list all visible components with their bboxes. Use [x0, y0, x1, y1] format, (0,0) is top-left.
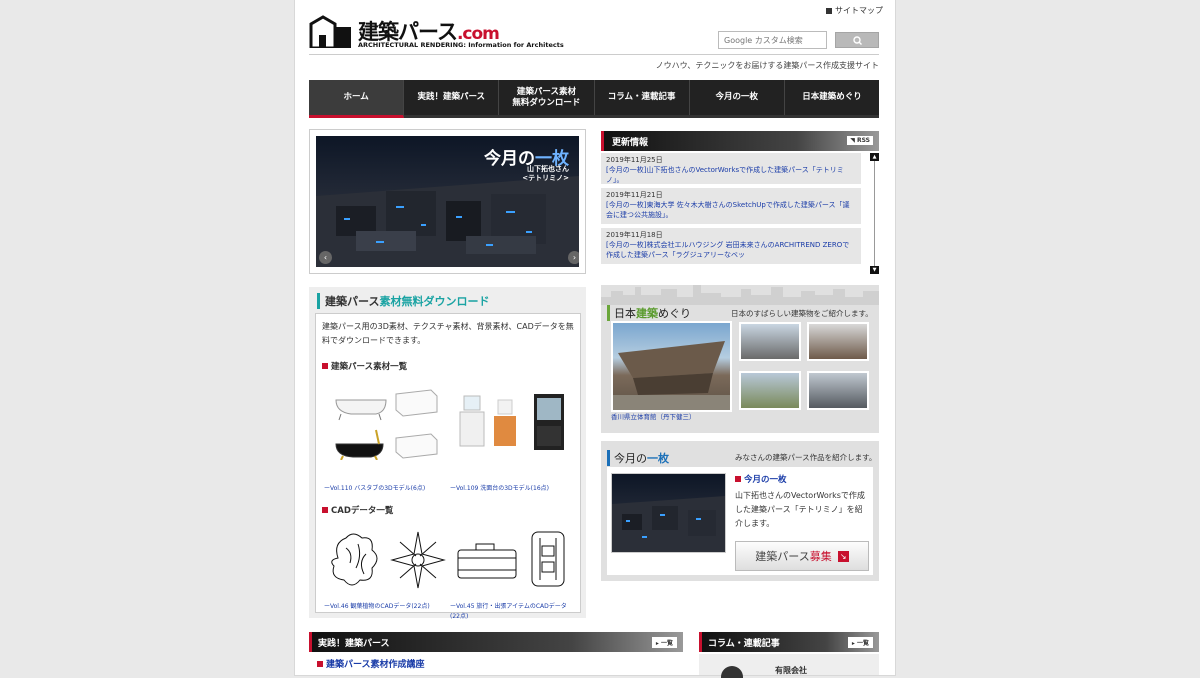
updates-title: 更新情報	[612, 138, 649, 148]
travel-cad-thumbnail[interactable]	[456, 528, 574, 592]
nav-practice[interactable]: 実践！建築パース	[404, 80, 500, 115]
column-title: コラム・連載記事	[708, 639, 780, 649]
recruit-button[interactable]: 建築パース 募集 ↘	[735, 541, 869, 571]
gymnasium-photo	[613, 341, 730, 410]
tagline: ノウハウ、テクニックをお届けする建築パース作成支援サイト	[655, 61, 879, 70]
nav-download[interactable]: 建築パース素材 無料ダウンロード	[499, 80, 595, 115]
washstand-thumbnail[interactable]	[456, 382, 574, 460]
chevron-left-icon: ‹	[323, 253, 328, 262]
column-more-button[interactable]: ▸ 一覧	[847, 637, 873, 648]
rss-icon: ◥	[850, 137, 857, 144]
practice-header: 実践！建築パース ▸ 一覧	[309, 632, 683, 652]
architecture-thumbnail[interactable]	[807, 371, 869, 410]
slider-prev-button[interactable]: ‹	[319, 251, 332, 264]
bullet-icon	[735, 476, 741, 482]
download-title[interactable]: 建築パース素材無料ダウンロード	[317, 293, 489, 309]
nav-column[interactable]: コラム・連載記事	[595, 80, 690, 115]
practice-content	[317, 669, 677, 675]
practice-title: 実践！建築パース	[318, 639, 390, 649]
cad-link-1[interactable]: ーVol.46 観葉植物のCADデータ(22点)	[324, 602, 430, 612]
bathtub-thumbnail[interactable]	[331, 382, 441, 460]
material-link-2[interactable]: ーVol.109 洗面台の3Dモデル(16点)	[450, 484, 549, 494]
materials-heading[interactable]: 建築パース素材一覧	[322, 360, 407, 372]
updates-scrollbar[interactable]: ▲ ▼	[870, 153, 879, 274]
slider-image[interactable]: 今月の一枚 山下拓也さん <テトリミノ> ‹ ›	[316, 136, 579, 267]
monthly-text: 山下拓也さんのVectorWorksで作成した建築パース「テトリミノ」を紹介しま…	[735, 491, 865, 528]
architecture-thumbnail[interactable]	[807, 322, 869, 361]
page: 建築パース.com ARCHITECTURAL RENDERING: Infor…	[295, 0, 895, 678]
avatar	[721, 666, 743, 678]
architecture-tour-title[interactable]: 日本建築めぐり	[607, 305, 691, 321]
scroll-down-icon[interactable]: ▼	[870, 266, 879, 274]
bullet-icon	[317, 660, 323, 667]
chevron-right-icon: ›	[572, 253, 577, 262]
monthly-section: 今月の一枚 みなさんの建築パース作品を紹介します。 今月の一枚 山下拓也さんのV…	[601, 441, 879, 581]
download-intro: 建築パース用の3D素材、テクスチャ素材、背景素材、CADデータを無料でダウンロー…	[322, 322, 574, 345]
cad-link-2[interactable]: ーVol.45 旅行・出張アイテムのCADデータ(22点)	[450, 602, 574, 622]
bullet-icon	[322, 507, 328, 513]
monthly-image[interactable]	[611, 473, 726, 553]
column-header: コラム・連載記事 ▸ 一覧	[699, 632, 879, 652]
monthly-panel: 今月の一枚 山下拓也さんのVectorWorksで作成した建築パース「テトリミノ…	[607, 467, 873, 575]
monthly-render-art	[612, 496, 725, 552]
search-input[interactable]	[718, 31, 827, 49]
featured-slider: 今月の一枚 山下拓也さん <テトリミノ> ‹ ›	[309, 129, 586, 274]
architecture-tour-description: 日本のすばらしい建築物をご紹介します。	[731, 309, 873, 318]
list-item[interactable]: 2019年11月21日 [今月の一枚]東海大学 佐々木大樹さんのSketchUpで…	[601, 188, 861, 224]
scroll-up-icon[interactable]: ▲	[870, 153, 879, 161]
column-company: 有限会社	[775, 666, 807, 675]
sitemap-icon	[826, 7, 832, 14]
updates-list: 2019年11月25日 [今月の一枚]山下拓也さんのVectorWorksで作成し…	[601, 153, 861, 274]
nav-architecture-tour[interactable]: 日本建築めぐり	[785, 80, 879, 115]
sitemap-link[interactable]: サイトマップ	[826, 5, 883, 16]
practice-more-button[interactable]: ▸ 一覧	[651, 637, 677, 648]
arrow-down-right-icon: ↘	[837, 550, 849, 562]
nav-monthly[interactable]: 今月の一枚	[690, 80, 785, 115]
list-item[interactable]: 2019年11月25日 [今月の一枚]山下拓也さんのVectorWorksで作成し…	[601, 153, 861, 184]
bullet-icon	[322, 363, 328, 369]
material-link-1[interactable]: ーVol.110 バスタブの3Dモデル(6点)	[324, 484, 425, 494]
architecture-main-caption[interactable]: 香川県立体育館（丹下健三）	[611, 411, 696, 421]
architecture-thumbnail[interactable]	[739, 322, 801, 361]
updates-header: 更新情報 ◥ RSS	[601, 131, 879, 151]
nav-home[interactable]: ホーム	[309, 80, 405, 118]
monthly-description: みなさんの建築パース作品を紹介します。	[735, 453, 877, 462]
monthly-heading[interactable]: 今月の一枚	[735, 473, 787, 485]
monthly-title[interactable]: 今月の一枚	[607, 450, 669, 466]
list-item[interactable]: 2019年11月18日 [今月の一枚]株式会社エルハウジング 岩田未来さんのARC…	[601, 228, 861, 264]
column-content: 有限会社	[699, 654, 879, 678]
slider-next-button[interactable]: ›	[568, 251, 579, 264]
search-icon	[853, 36, 862, 45]
architecture-main-photo[interactable]	[611, 321, 732, 412]
download-panel: 建築パース用の3D素材、テクスチャ素材、背景素材、CADデータを無料でダウンロー…	[315, 313, 581, 620]
cad-heading[interactable]: CADデータ一覧	[322, 504, 393, 516]
rss-button[interactable]: ◥ RSS	[847, 136, 873, 145]
main-nav: ホーム 実践！建築パース 建築パース素材 無料ダウンロード コラム・連載記事 今…	[309, 80, 879, 118]
logo-subtitle: ARCHITECTURAL RENDERING: Information for…	[358, 41, 564, 49]
search-button[interactable]	[835, 32, 879, 48]
slider-caption: 山下拓也さん <テトリミノ>	[522, 165, 569, 182]
plant-cad-thumbnail[interactable]	[328, 528, 446, 592]
building-logo-icon[interactable]	[309, 15, 353, 48]
header-divider	[309, 54, 879, 55]
architecture-thumbnail[interactable]	[739, 371, 801, 410]
download-section: 建築パース素材無料ダウンロード 建築パース用の3D素材、テクスチャ素材、背景素材…	[309, 287, 586, 620]
architecture-tour-section: 日本建築めぐり 日本のすばらしい建築物をご紹介します。 香川県立体育館（丹下健三…	[601, 285, 879, 433]
scrollbar-track	[874, 161, 875, 267]
skyline-decoration	[601, 285, 879, 305]
